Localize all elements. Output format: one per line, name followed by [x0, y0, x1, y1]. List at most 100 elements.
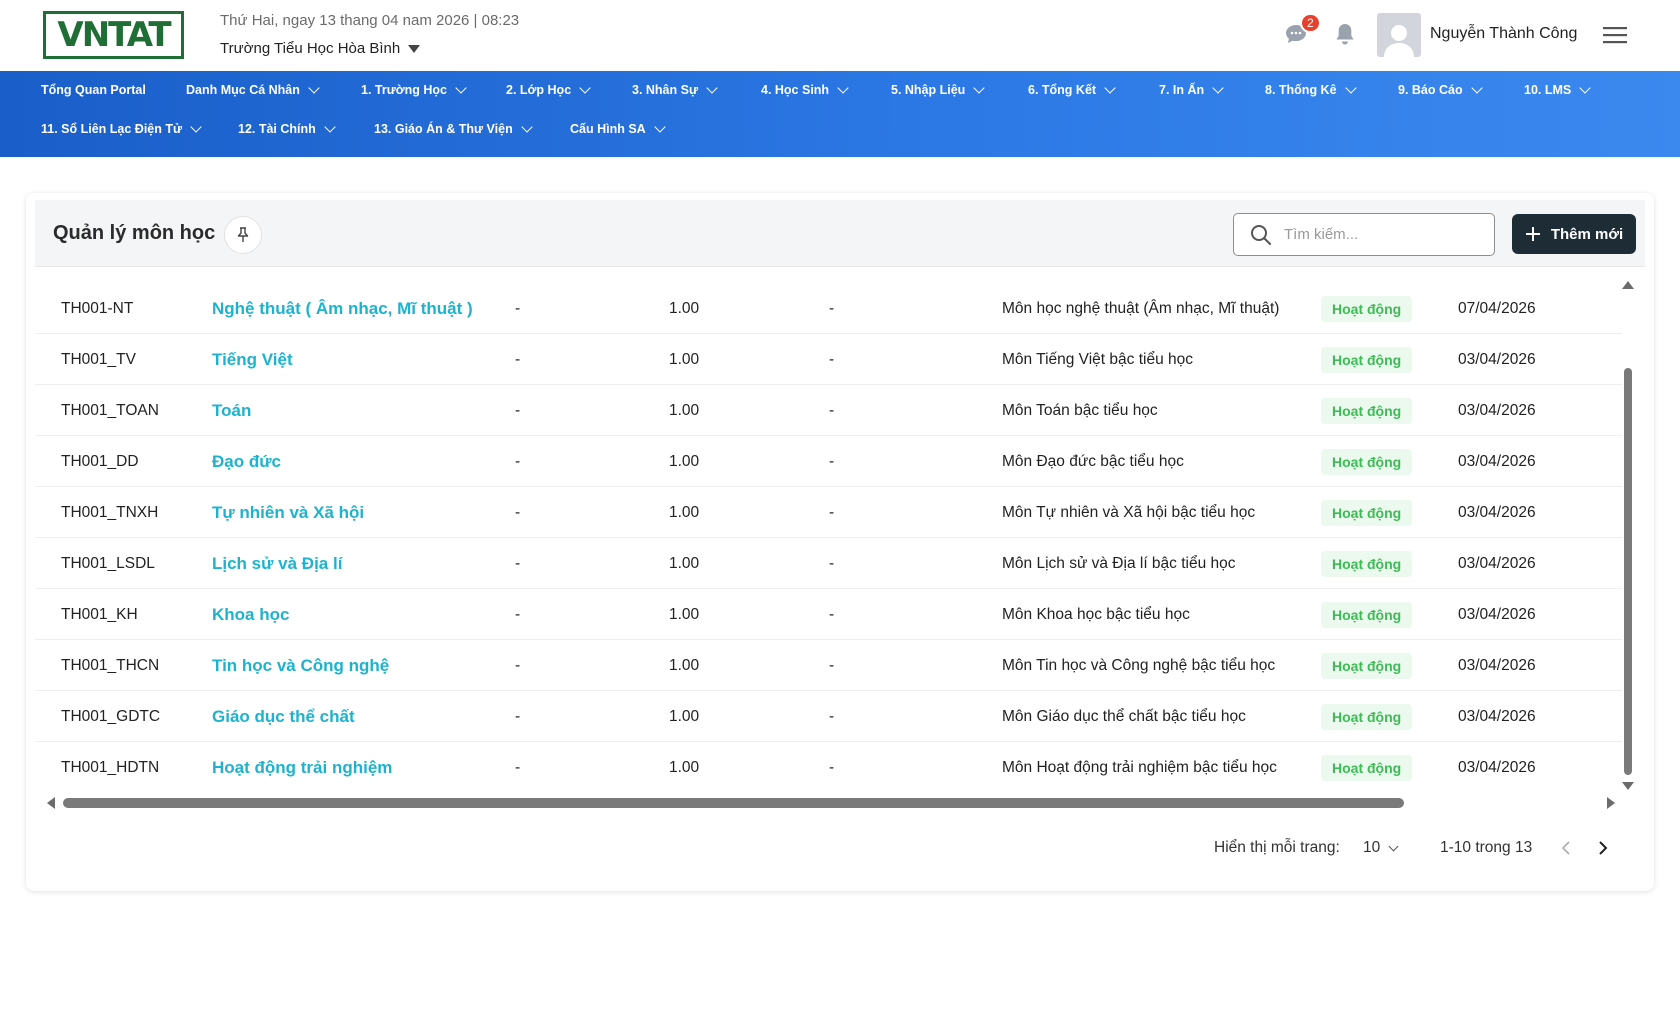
add-new-button[interactable]: Thêm mới [1512, 214, 1636, 254]
current-date-time: Thứ Hai, ngay 13 thang 04 nam 2026 | 08:… [220, 12, 520, 29]
subject-name-link[interactable]: Hoạt động trải nghiệm [212, 742, 392, 793]
status-badge: Hoạt động [1321, 754, 1413, 781]
nav-item-label: 7. In Ấn [1159, 83, 1205, 97]
subject-col3: - [515, 452, 521, 470]
scroll-left-arrow-icon[interactable] [47, 797, 55, 809]
vntat-logo[interactable]: VNTAT [43, 11, 184, 59]
subject-coefficient: 1.00 [669, 503, 700, 521]
prev-page-button[interactable] [1561, 836, 1571, 860]
table-row[interactable]: TH001-NT Nghệ thuật ( Âm nhạc, Mĩ thuật … [35, 283, 1622, 334]
subject-date: 03/04/2026 [1458, 554, 1536, 572]
nav-item-lop-hoc[interactable]: 2. Lớp Học [506, 82, 591, 97]
status-badge: Hoạt động [1321, 499, 1413, 526]
subject-description: Môn Khoa học bậc tiểu học [1002, 605, 1190, 623]
subject-code: TH001_TOAN [61, 401, 159, 419]
status-badge: Hoạt động [1321, 295, 1413, 322]
nav-item-lms[interactable]: 10. LMS [1524, 82, 1591, 97]
subject-name-link[interactable]: Toán [212, 385, 251, 436]
subject-name-link[interactable]: Lịch sử và Địa lí [212, 538, 342, 589]
bell-icon[interactable] [1334, 22, 1356, 46]
subject-date: 03/04/2026 [1458, 401, 1536, 419]
subject-date: 03/04/2026 [1458, 707, 1536, 725]
nav-item-label: 12. Tài Chính [238, 122, 316, 136]
subject-name-link[interactable]: Tiếng Việt [212, 334, 293, 385]
nav-item-label: 10. LMS [1524, 83, 1572, 97]
status-cell: Hoạt động [1321, 283, 1413, 334]
subject-name-link[interactable]: Giáo dục thể chất [212, 691, 355, 742]
status-cell: Hoạt động [1321, 640, 1413, 691]
subject-col3: - [515, 554, 521, 572]
nav-item-label: 9. Báo Cáo [1398, 83, 1463, 97]
user-name[interactable]: Nguyễn Thành Công [1430, 25, 1577, 43]
nav-item-hoc-sinh[interactable]: 4. Học Sinh [761, 82, 849, 97]
nav-item-so-lien-lac-dien-tu[interactable]: 11. Sổ Liên Lạc Điện Tử [41, 121, 202, 136]
subject-name-link[interactable]: Nghệ thuật ( Âm nhạc, Mĩ thuật ) [212, 283, 473, 334]
subject-col5: - [829, 401, 835, 419]
table-row[interactable]: TH001_TV Tiếng Việt - 1.00 - Môn Tiếng V… [35, 334, 1622, 385]
nav-item-tong-quan-portal[interactable]: Tổng Quan Portal [41, 83, 146, 97]
subject-col5: - [829, 758, 835, 776]
nav-item-thong-ke[interactable]: 8. Thống Kê [1265, 82, 1357, 97]
chevron-down-icon [1388, 841, 1399, 851]
nav-item-bao-cao[interactable]: 9. Báo Cáo [1398, 82, 1483, 97]
subject-description: Môn Hoạt động trải nghiệm bậc tiểu học [1002, 758, 1277, 776]
nav-item-nhap-lieu[interactable]: 5. Nhập Liệu [891, 82, 985, 97]
logo-text: VNTAT [57, 15, 171, 55]
subject-name-link[interactable]: Tin học và Công nghệ [212, 640, 389, 691]
table-row[interactable]: TH001_GDTC Giáo dục thể chất - 1.00 - Mô… [35, 691, 1622, 742]
subject-coefficient: 1.00 [669, 707, 700, 725]
scroll-up-arrow-icon[interactable] [1622, 281, 1634, 289]
pin-button[interactable] [224, 216, 262, 254]
nav-item-cau-hinh-sa[interactable]: Cấu Hình SA [570, 121, 666, 136]
nav-item-tai-chinh[interactable]: 12. Tài Chính [238, 121, 336, 136]
search-input[interactable] [1284, 226, 1474, 243]
vertical-scrollbar-thumb[interactable] [1624, 368, 1632, 775]
subject-coefficient: 1.00 [669, 350, 700, 368]
table-row[interactable]: TH001_LSDL Lịch sử và Địa lí - 1.00 - Mô… [35, 538, 1622, 589]
subject-name-link[interactable]: Tự nhiên và Xã hội [212, 487, 364, 538]
subject-name-link[interactable]: Đạo đức [212, 436, 281, 487]
subject-col5: - [829, 554, 835, 572]
status-badge: Hoạt động [1321, 601, 1413, 628]
table-row[interactable]: TH001_THCN Tin học và Công nghệ - 1.00 -… [35, 640, 1622, 691]
hamburger-menu-icon[interactable] [1603, 26, 1627, 44]
subject-col5: - [829, 452, 835, 470]
chevron-down-icon [706, 82, 718, 94]
avatar[interactable] [1377, 13, 1421, 57]
nav-item-label: Tổng Quan Portal [41, 83, 146, 97]
school-selector[interactable]: Trường Tiểu Học Hòa Bình [220, 40, 421, 57]
subject-col3: - [515, 758, 521, 776]
caret-down-icon [408, 44, 421, 53]
table-row[interactable]: TH001_KH Khoa học - 1.00 - Môn Khoa học … [35, 589, 1622, 640]
subject-coefficient: 1.00 [669, 605, 700, 623]
nav-item-in-an[interactable]: 7. In Ấn [1159, 82, 1224, 97]
subject-name-link[interactable]: Khoa học [212, 589, 289, 640]
nav-item-label: 6. Tổng Kết [1028, 83, 1097, 97]
nav-item-giao-an-thu-vien[interactable]: 13. Giáo Án & Thư Viện [374, 121, 533, 136]
nav-item-tong-ket[interactable]: 6. Tổng Kết [1028, 82, 1116, 97]
per-page-select[interactable]: 10 [1363, 836, 1399, 860]
status-badge: Hoạt động [1321, 448, 1413, 475]
subject-date: 07/04/2026 [1458, 299, 1536, 317]
table-row[interactable]: TH001_TNXH Tự nhiên và Xã hội - 1.00 - M… [35, 487, 1622, 538]
nav-item-danh-muc-ca-nhan[interactable]: Danh Mục Cá Nhân [186, 82, 320, 97]
subject-description: Môn học nghệ thuật (Âm nhạc, Mĩ thuật) [1002, 299, 1280, 317]
nav-item-label: 3. Nhân Sự [632, 83, 699, 97]
scroll-right-arrow-icon[interactable] [1607, 797, 1615, 809]
subject-code: TH001_HDTN [61, 758, 160, 776]
horizontal-scrollbar-thumb[interactable] [63, 798, 1404, 808]
table-row[interactable]: TH001_DD Đạo đức - 1.00 - Môn Đạo đức bậ… [35, 436, 1622, 487]
scroll-down-arrow-icon[interactable] [1622, 782, 1634, 790]
table-row[interactable]: TH001_HDTN Hoạt động trải nghiệm - 1.00 … [35, 742, 1622, 793]
page-title: Quản lý môn học [53, 222, 216, 244]
nav-item-nhan-su[interactable]: 3. Nhân Sự [632, 82, 718, 97]
subject-code: TH001-NT [61, 299, 134, 317]
next-page-button[interactable] [1598, 836, 1608, 860]
nav-item-truong-hoc[interactable]: 1. Trường Học [361, 82, 467, 97]
nav-item-label: Danh Mục Cá Nhân [186, 83, 300, 97]
table-row[interactable]: TH001_TOAN Toán - 1.00 - Môn Toán bậc ti… [35, 385, 1622, 436]
search-field[interactable] [1233, 213, 1495, 256]
status-cell: Hoạt động [1321, 691, 1413, 742]
chevron-left-icon [1561, 841, 1570, 855]
school-name: Trường Tiểu Học Hòa Bình [220, 40, 401, 57]
